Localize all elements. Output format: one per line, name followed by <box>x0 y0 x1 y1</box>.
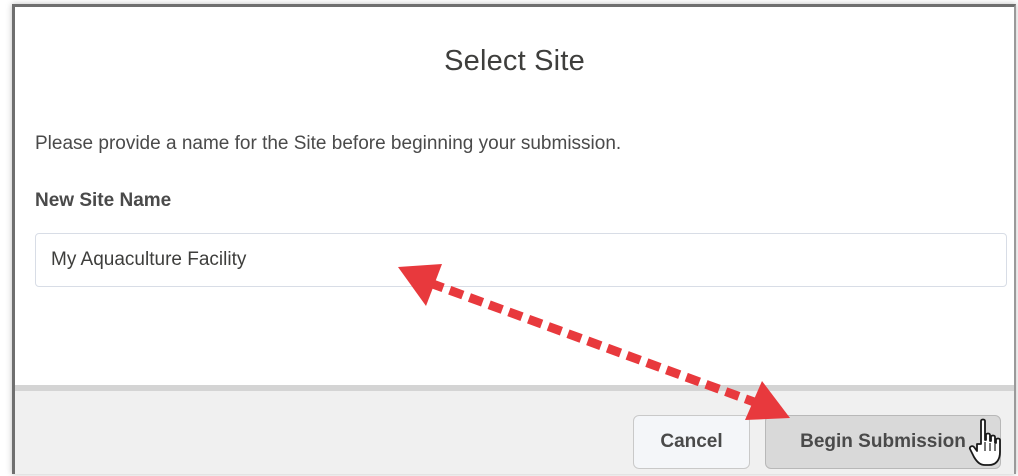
dialog-title: Select Site <box>444 45 585 77</box>
new-site-name-input[interactable] <box>35 233 1007 287</box>
begin-submission-button[interactable]: Begin Submission <box>765 415 1001 469</box>
new-site-name-label: New Site Name <box>35 190 172 211</box>
dialog-instructions: Please provide a name for the Site befor… <box>35 133 622 154</box>
dialog-footer: Cancel Begin Submission <box>15 385 1014 474</box>
cancel-button[interactable]: Cancel <box>633 415 750 469</box>
select-site-dialog: Select Site Please provide a name for th… <box>12 4 1016 474</box>
